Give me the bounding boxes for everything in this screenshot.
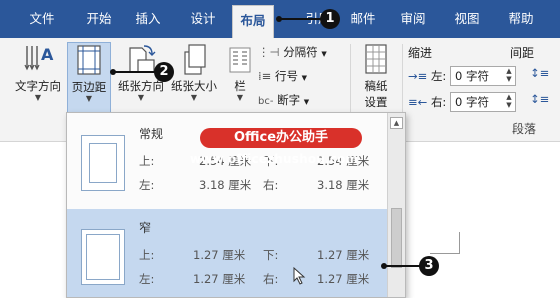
text-direction-button[interactable]: A 文字方向 ▼ bbox=[8, 42, 68, 102]
chevron-down-icon: ▼ bbox=[190, 93, 198, 102]
mouse-cursor-icon bbox=[293, 267, 306, 285]
breaks-icon: ⋮⊣ bbox=[258, 45, 280, 59]
hyphenation-label: 断字 bbox=[277, 93, 301, 107]
columns-label: 栏 bbox=[234, 79, 246, 93]
indent-right-input[interactable]: 0 字符 ▲ ▼ bbox=[450, 92, 516, 112]
breaks-label: 分隔符 bbox=[283, 45, 318, 59]
margins-button[interactable]: 页边距 ▼ bbox=[67, 42, 111, 120]
tab-insert[interactable]: 插入 bbox=[133, 0, 163, 38]
bottom-label: 下: bbox=[263, 248, 279, 262]
left-label: 左: bbox=[139, 178, 155, 192]
indent-right-row: ≡← 右: bbox=[408, 94, 446, 110]
chevron-down-icon: ▼ bbox=[34, 93, 42, 102]
chevron-down-icon: ▼ bbox=[236, 93, 244, 102]
top-label: 上: bbox=[139, 248, 155, 262]
spinner-arrows-icon[interactable]: ▲ ▼ bbox=[503, 93, 515, 111]
scrollbar-thumb[interactable] bbox=[391, 208, 402, 268]
spacing-before-icon[interactable]: ↕≡ bbox=[530, 66, 549, 80]
indent-left-icon: →≡ bbox=[408, 69, 428, 83]
text-direction-label: 文字方向 bbox=[15, 79, 61, 93]
right-label: 右: bbox=[263, 272, 279, 286]
chevron-down-icon: ▼ bbox=[321, 50, 327, 58]
top-label: 上: bbox=[139, 154, 155, 168]
tab-view[interactable]: 视图 bbox=[452, 0, 482, 38]
page-preview-icon bbox=[81, 135, 125, 191]
indent-group-title: 缩进 bbox=[408, 46, 433, 60]
size-label: 纸张大小 bbox=[171, 79, 217, 93]
line-numbers-icon: ⁞≡ bbox=[258, 69, 272, 83]
page-corner-mark bbox=[430, 232, 460, 254]
left-label: 左: bbox=[139, 272, 155, 286]
indent-left-row: →≡ 左: bbox=[408, 68, 446, 84]
callout-2-line bbox=[113, 71, 155, 73]
svg-text:A: A bbox=[41, 45, 54, 64]
breaks-button[interactable]: ⋮⊣ 分隔符 ▼ bbox=[258, 44, 327, 60]
gallery-scrollbar[interactable]: ▲ bbox=[387, 113, 405, 297]
callout-2-badge: 2 bbox=[154, 62, 174, 82]
watermark-badge: Office办公助手 bbox=[200, 128, 362, 148]
left-value: 1.27 厘米 bbox=[193, 272, 246, 286]
callout-3-badge: 3 bbox=[419, 256, 439, 276]
indent-right-label: 右: bbox=[430, 95, 447, 109]
indent-right-icon: ≡← bbox=[408, 95, 428, 109]
watermark-url: www.officezhushou.com bbox=[190, 152, 359, 166]
chevron-down-icon: ▼ bbox=[301, 74, 307, 82]
margin-option-narrow[interactable]: 窄 上: 1.27 厘米 下: 1.27 厘米 左: 1.27 厘米 右: 1.… bbox=[67, 209, 388, 297]
left-value: 3.18 厘米 bbox=[199, 178, 252, 192]
grid-paper-icon bbox=[365, 44, 387, 74]
right-value: 1.27 厘米 bbox=[317, 272, 370, 286]
option-name: 窄 bbox=[139, 221, 152, 235]
spacing-group-title: 间距 bbox=[510, 46, 535, 60]
callout-3-line bbox=[384, 265, 420, 267]
columns-icon bbox=[229, 47, 251, 73]
tab-file[interactable]: 文件 bbox=[22, 0, 62, 38]
spinner-arrows-icon[interactable]: ▲ ▼ bbox=[503, 67, 515, 85]
indent-left-label: 左: bbox=[430, 69, 447, 83]
line-numbers-label: 行号 bbox=[274, 69, 298, 83]
tab-help[interactable]: 帮助 bbox=[506, 0, 536, 38]
chevron-down-icon: ▼ bbox=[137, 93, 145, 102]
tab-home[interactable]: 开始 bbox=[84, 0, 114, 38]
indent-left-input[interactable]: 0 字符 ▲ ▼ bbox=[450, 66, 516, 86]
chevron-down-icon: ▼ bbox=[303, 98, 310, 106]
scroll-up-icon[interactable]: ▲ bbox=[390, 117, 403, 129]
grid-paper-label-2: 设置 bbox=[364, 95, 388, 109]
chevron-down-icon: ▼ bbox=[85, 94, 93, 103]
text-direction-icon: A bbox=[24, 45, 54, 71]
paper-size-icon bbox=[184, 44, 206, 75]
hyphenation-icon: bc- bbox=[258, 96, 274, 107]
right-value: 3.18 厘米 bbox=[317, 178, 370, 192]
grid-paper-label-1: 稿纸 bbox=[364, 79, 388, 93]
top-value: 1.27 厘米 bbox=[193, 248, 246, 262]
hyphenation-button[interactable]: bc- 断字 ▼ bbox=[258, 92, 309, 108]
callout-1-badge: 1 bbox=[320, 9, 340, 29]
tab-review[interactable]: 审阅 bbox=[398, 0, 428, 38]
indent-right-value: 0 字符 bbox=[455, 95, 489, 109]
option-name: 常规 bbox=[139, 127, 164, 141]
paragraph-group-title: 段落 bbox=[512, 122, 537, 136]
size-button[interactable]: 纸张大小 ▼ bbox=[166, 42, 222, 102]
margins-label: 页边距 bbox=[71, 80, 107, 94]
margins-icon bbox=[77, 45, 101, 75]
bottom-value: 1.27 厘米 bbox=[317, 248, 370, 262]
line-numbers-button[interactable]: ⁞≡ 行号 ▼ bbox=[258, 68, 307, 84]
indent-left-value: 0 字符 bbox=[455, 69, 489, 83]
right-label: 右: bbox=[263, 178, 279, 192]
tab-layout[interactable]: 布局 bbox=[232, 5, 274, 38]
tab-mailings[interactable]: 邮件 bbox=[348, 0, 378, 38]
spacing-after-icon[interactable]: ↕≡ bbox=[530, 92, 549, 106]
tab-design[interactable]: 设计 bbox=[188, 0, 218, 38]
page-preview-icon bbox=[81, 229, 125, 285]
callout-1-line bbox=[279, 18, 321, 20]
grid-paper-button[interactable]: 稿纸 设置 bbox=[354, 42, 398, 110]
columns-button[interactable]: 栏 ▼ bbox=[225, 42, 255, 102]
